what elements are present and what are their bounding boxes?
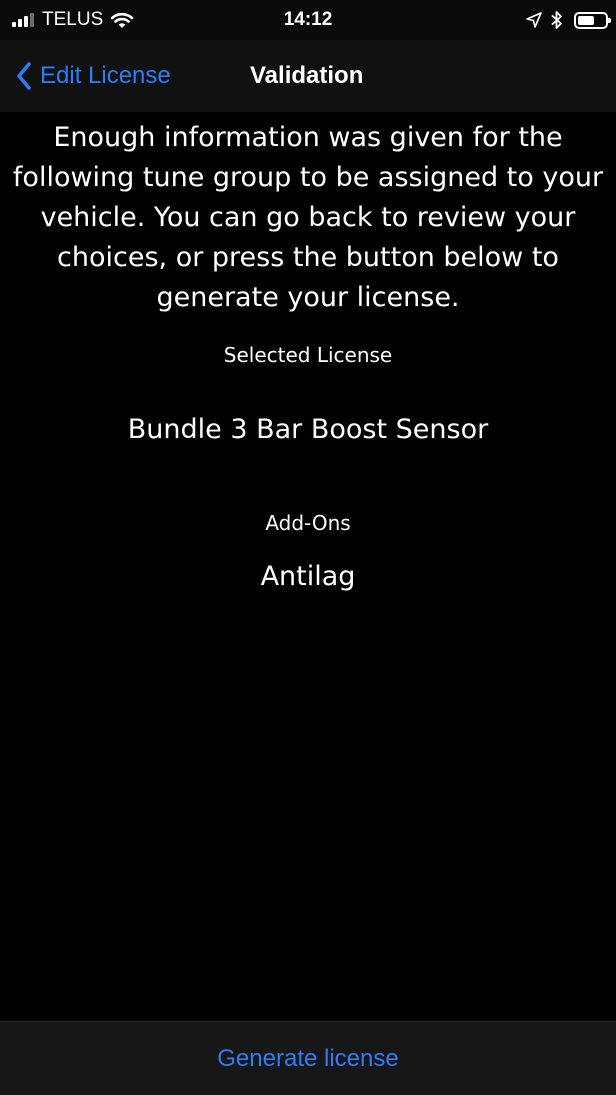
status-bar-right (526, 8, 611, 32)
back-button[interactable]: Edit License (16, 58, 171, 94)
generate-license-button[interactable]: Generate license (0, 1022, 616, 1095)
back-button-label: Edit License (40, 62, 171, 89)
battery-icon (574, 11, 611, 29)
status-bar: TELUS 14:12 (0, 0, 616, 40)
addons-heading: Add-Ons (265, 511, 351, 535)
selected-license-value: Bundle 3 Bar Boost Sensor (127, 414, 489, 445)
bottom-toolbar: Generate license (0, 1021, 616, 1095)
bluetooth-icon (551, 11, 562, 29)
chevron-left-icon (17, 62, 31, 90)
navigation-bar: Edit License Validation (0, 40, 616, 112)
battery-level (578, 15, 594, 25)
location-arrow-icon (526, 12, 542, 28)
selected-license-heading: Selected License (223, 343, 393, 367)
addons-value: Antilag (260, 561, 356, 592)
status-bar-time: 14:12 (283, 9, 333, 30)
intro-text: Enough information was given for the fol… (12, 122, 604, 313)
page-title: Validation (250, 62, 364, 89)
